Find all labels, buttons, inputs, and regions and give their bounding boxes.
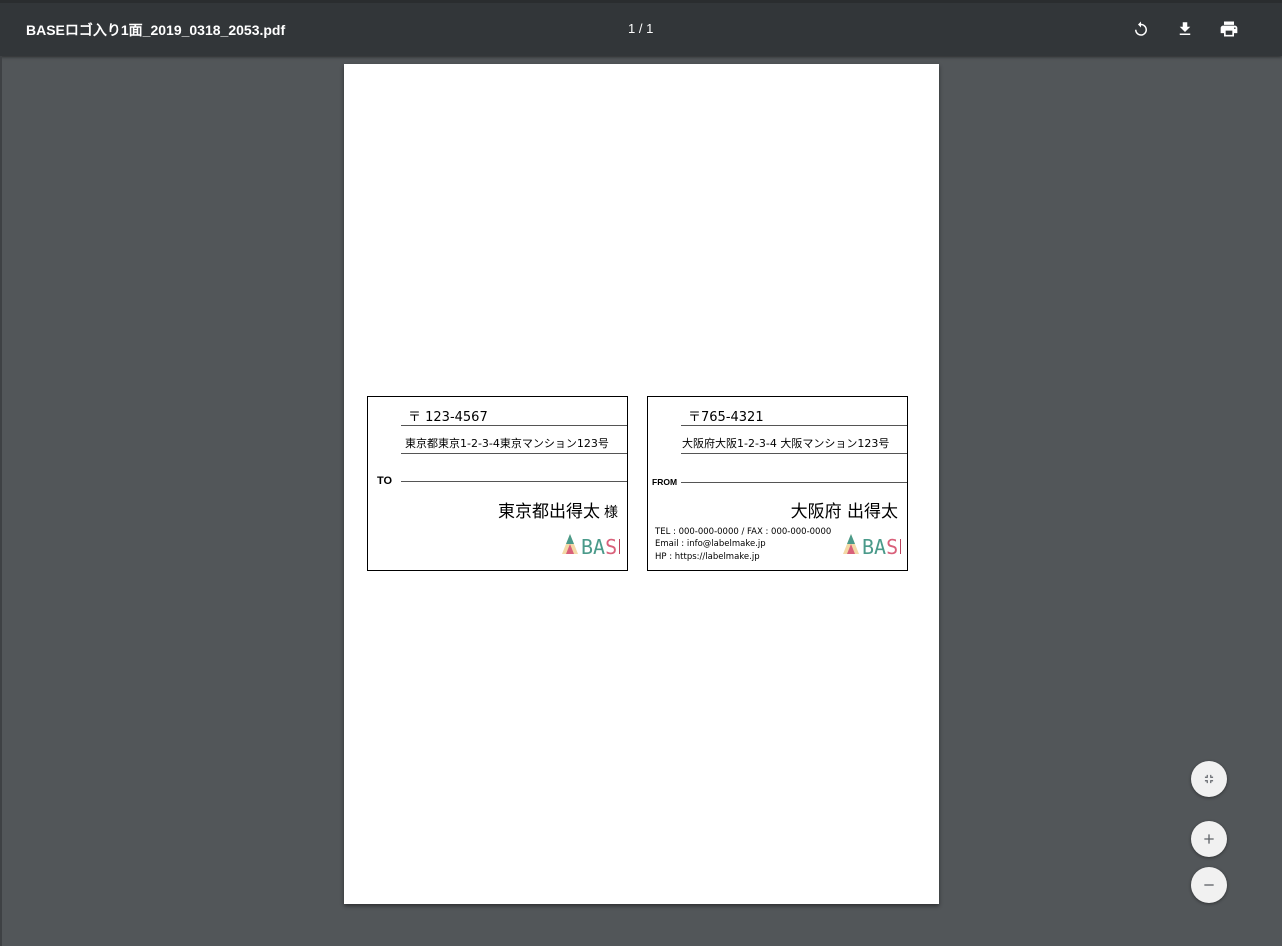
from-address-label: 〒765-4321 大阪府大阪1-2-3-4 大阪マンション123号 FROM … bbox=[647, 396, 908, 571]
to-address-label: 〒 123-4567 東京都東京1-2-3-4東京マンション123号 TO 東京… bbox=[367, 396, 628, 571]
from-logo-text: BASE bbox=[862, 535, 901, 558]
to-name-text: 東京都出得太 bbox=[498, 502, 600, 522]
from-postal-code: 〒765-4321 bbox=[688, 410, 764, 425]
from-sender-name: 大阪府 出得太 bbox=[790, 502, 898, 522]
to-role-label: TO bbox=[377, 475, 393, 487]
document-title: BASEロゴ入り1面_2019_0318_2053.pdf bbox=[26, 22, 286, 38]
download-icon bbox=[1179, 22, 1191, 35]
to-recipient-name: 東京都出得太様 bbox=[498, 497, 618, 522]
from-email: Email : info@labelmake.jp bbox=[655, 539, 766, 549]
from-tel-fax: TEL : 000-000-0000 / FAX : 000-000-0000 bbox=[655, 527, 832, 537]
from-address: 大阪府大阪1-2-3-4 大阪マンション123号 bbox=[682, 437, 890, 450]
print-icon bbox=[1220, 21, 1238, 37]
pdf-toolbar: BASEロゴ入り1面_2019_0318_2053.pdf 1 / 1 bbox=[0, 0, 1282, 56]
base-logo: BASE bbox=[562, 534, 620, 558]
fit-to-page-button[interactable] bbox=[1191, 761, 1227, 797]
base-logo: BASE bbox=[843, 534, 901, 558]
from-role-label: FROM bbox=[652, 477, 678, 487]
page-indicator: 1 / 1 bbox=[628, 21, 654, 36]
zoom-out-button[interactable] bbox=[1191, 867, 1227, 903]
fit-to-page-icon bbox=[1204, 774, 1214, 784]
from-homepage: HP : https://labelmake.jp bbox=[655, 552, 760, 562]
download-button[interactable] bbox=[1174, 18, 1196, 40]
viewer-left-edge bbox=[0, 56, 2, 946]
to-logo-text: BASE bbox=[581, 535, 620, 558]
print-button[interactable] bbox=[1218, 18, 1240, 40]
to-honorific: 様 bbox=[604, 505, 618, 521]
zoom-in-button[interactable] bbox=[1191, 821, 1227, 857]
pdf-page: 〒 123-4567 東京都東京1-2-3-4東京マンション123号 TO 東京… bbox=[344, 64, 939, 904]
rotate-icon bbox=[1135, 21, 1147, 36]
zoom-out-icon bbox=[1204, 884, 1214, 886]
to-address: 東京都東京1-2-3-4東京マンション123号 bbox=[405, 437, 609, 450]
to-postal-code: 〒 123-4567 bbox=[408, 410, 488, 425]
rotate-button[interactable] bbox=[1130, 18, 1152, 40]
zoom-in-icon bbox=[1204, 834, 1214, 844]
